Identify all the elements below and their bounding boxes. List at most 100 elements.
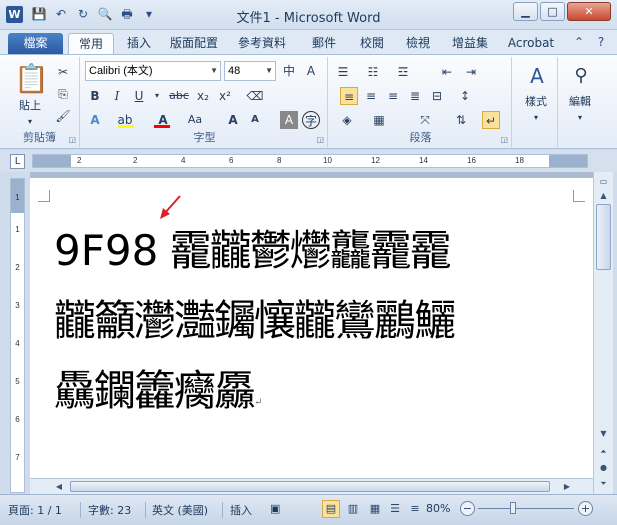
ruler-number: 8 <box>277 156 282 165</box>
tab-review[interactable]: 校閱 <box>352 33 392 54</box>
language-indicator[interactable]: 英文 (美國) <box>152 502 208 518</box>
scroll-down-icon[interactable]: ▼ <box>596 426 611 441</box>
tab-page-layout[interactable]: 版面配置 <box>164 33 224 54</box>
borders-icon[interactable]: ▦ <box>370 111 388 129</box>
macro-record-icon[interactable]: ▣ <box>270 502 280 515</box>
bold-icon[interactable]: B <box>86 87 104 105</box>
chevron-down-icon[interactable]: ▼ <box>210 62 218 80</box>
browse-object-icon[interactable]: ● <box>596 460 611 475</box>
cut-icon[interactable]: ✂ <box>54 63 72 81</box>
zoom-out-icon[interactable]: − <box>460 501 475 516</box>
tab-home[interactable]: 常用 <box>68 33 114 54</box>
character-border-icon[interactable]: A <box>302 62 320 80</box>
underline-dropdown-icon[interactable]: ▾ <box>148 87 166 105</box>
format-painter-icon[interactable]: 🖌 <box>54 107 72 125</box>
zoom-slider-thumb[interactable] <box>510 502 516 514</box>
horizontal-ruler[interactable]: 2 2 4 6 8 10 12 14 16 18 <box>32 154 588 168</box>
horizontal-scrollbar[interactable]: ◀ ▶ <box>30 478 593 494</box>
numbering-icon[interactable]: ☷ <box>364 63 382 81</box>
zoom-slider-track[interactable] <box>478 508 574 509</box>
bullets-icon[interactable]: ☰ <box>334 63 352 81</box>
scroll-up-icon[interactable]: ▲ <box>596 188 611 203</box>
scroll-right-icon[interactable]: ▶ <box>560 480 574 493</box>
zoom-in-icon[interactable]: + <box>578 501 593 516</box>
maximize-button[interactable]: □ <box>540 2 565 21</box>
draft-view-icon[interactable]: ≡ <box>406 500 424 518</box>
decrease-indent-icon[interactable]: ⇤ <box>438 63 456 81</box>
tab-selector[interactable]: L <box>10 154 25 169</box>
italic-icon[interactable]: I <box>108 87 126 105</box>
binoculars-icon[interactable]: ⚲ <box>568 63 594 89</box>
styles-icon[interactable]: A <box>524 63 550 89</box>
tab-insert[interactable]: 插入 <box>120 33 158 54</box>
font-name-combo[interactable]: Calibri (本文) ▼ <box>85 61 221 81</box>
document-text[interactable]: 9F98 靇龖鬱爩龘龗靇 龖籲灪灎钃懹龖鸞鸝鱺 驫鑭籱癵厵↵ <box>54 216 579 438</box>
align-left-icon[interactable]: ≡ <box>340 87 358 105</box>
scroll-left-icon[interactable]: ◀ <box>52 480 66 493</box>
full-screen-reading-icon[interactable]: ▥ <box>344 500 362 518</box>
page-count[interactable]: 頁面: 1 / 1 <box>8 502 62 518</box>
phonetic-guide-icon[interactable]: 中 <box>280 62 298 80</box>
insert-mode[interactable]: 插入 <box>230 502 252 518</box>
font-name-value: Calibri (本文) <box>89 65 153 77</box>
grow-font-icon[interactable]: A <box>224 111 242 129</box>
web-layout-icon[interactable]: ▦ <box>366 500 384 518</box>
vertical-scrollbar[interactable]: ▭ ▲ ▼ ⏶ ● ⏷ <box>593 172 613 494</box>
next-page-icon[interactable]: ⏷ <box>596 476 611 491</box>
superscript-icon[interactable]: x² <box>216 87 234 105</box>
line-spacing-icon[interactable]: ↕ <box>456 87 474 105</box>
increase-indent-icon[interactable]: ⇥ <box>462 63 480 81</box>
tab-file[interactable]: 檔案 <box>8 33 63 54</box>
paragraph-launcher-icon[interactable]: ◲ <box>500 135 508 144</box>
tab-acrobat[interactable]: Acrobat <box>502 33 560 54</box>
horizontal-scroll-thumb[interactable] <box>70 481 550 492</box>
tab-references[interactable]: 參考資料 <box>232 33 292 54</box>
chevron-down-icon[interactable]: ▼ <box>265 62 273 80</box>
vertical-ruler[interactable]: 1 1 2 3 4 5 6 7 <box>10 178 25 493</box>
tab-mailings[interactable]: 郵件 <box>304 33 344 54</box>
change-case-icon[interactable]: Aa <box>186 111 204 129</box>
ribbon: 📋 貼上 ▾ ✂ ⎘ 🖌 剪貼簿 ◲ Calibri (本文) ▼ 48 ▼ 中 A… <box>0 54 617 149</box>
page[interactable]: 9F98 靇龖鬱爩龘龗靇 龖籲灪灎钃懹龖鸞鸝鱺 驫鑭籱癵厵↵ <box>30 178 593 494</box>
paste-icon[interactable]: 📋 <box>14 61 49 97</box>
print-layout-view-icon[interactable]: ▤ <box>322 500 340 518</box>
collapse-ribbon-icon[interactable]: ⌃ <box>571 34 587 50</box>
copy-icon[interactable]: ⎘ <box>54 85 72 103</box>
clipboard-launcher-icon[interactable]: ◲ <box>68 135 76 144</box>
text-direction-icon[interactable]: ⤧ <box>416 111 434 129</box>
font-size-combo[interactable]: 48 ▼ <box>224 61 276 81</box>
zoom-level[interactable]: 80% <box>426 502 450 515</box>
multilevel-list-icon[interactable]: ☲ <box>394 63 412 81</box>
strikethrough-icon[interactable]: abc <box>168 87 190 105</box>
underline-icon[interactable]: U <box>130 87 148 105</box>
character-shading-icon[interactable]: A <box>280 111 298 129</box>
distributed-icon[interactable]: ⊟ <box>428 87 446 105</box>
show-hide-marks-icon[interactable]: ↵ <box>482 111 500 129</box>
styles-dropdown-icon[interactable]: ▾ <box>514 109 558 127</box>
sort-icon[interactable]: ⇅ <box>452 111 470 129</box>
outline-view-icon[interactable]: ☰ <box>386 500 404 518</box>
previous-page-icon[interactable]: ⏶ <box>596 444 611 459</box>
font-launcher-icon[interactable]: ◲ <box>316 135 324 144</box>
subscript-icon[interactable]: x₂ <box>194 87 212 105</box>
close-button[interactable]: ✕ <box>567 2 611 21</box>
justify-icon[interactable]: ≣ <box>406 87 424 105</box>
enclose-characters-icon[interactable]: 字 <box>302 111 320 129</box>
align-right-icon[interactable]: ≡ <box>384 87 402 105</box>
minimize-button[interactable]: ▁ <box>513 2 538 21</box>
editing-dropdown-icon[interactable]: ▾ <box>558 109 602 127</box>
text-effects-icon[interactable]: A <box>86 111 104 129</box>
vertical-scroll-thumb[interactable] <box>596 204 611 270</box>
shading-icon[interactable]: ◈ <box>338 111 356 129</box>
tab-addins[interactable]: 增益集 <box>444 33 496 54</box>
status-divider <box>145 502 146 518</box>
ruler-number: 2 <box>77 156 82 165</box>
help-icon[interactable]: ? <box>593 34 609 50</box>
align-center-icon[interactable]: ≡ <box>362 87 380 105</box>
clear-formatting-icon[interactable]: ⌫ <box>246 87 264 105</box>
word-count[interactable]: 字數: 23 <box>88 502 131 518</box>
ruler-toggle-icon[interactable]: ▭ <box>596 174 611 189</box>
shrink-font-icon[interactable]: A <box>246 111 264 129</box>
status-bar: 頁面: 1 / 1 字數: 23 英文 (美國) 插入 ▣ ▤ ▥ ▦ ☰ ≡ … <box>0 494 617 525</box>
tab-view[interactable]: 檢視 <box>398 33 438 54</box>
